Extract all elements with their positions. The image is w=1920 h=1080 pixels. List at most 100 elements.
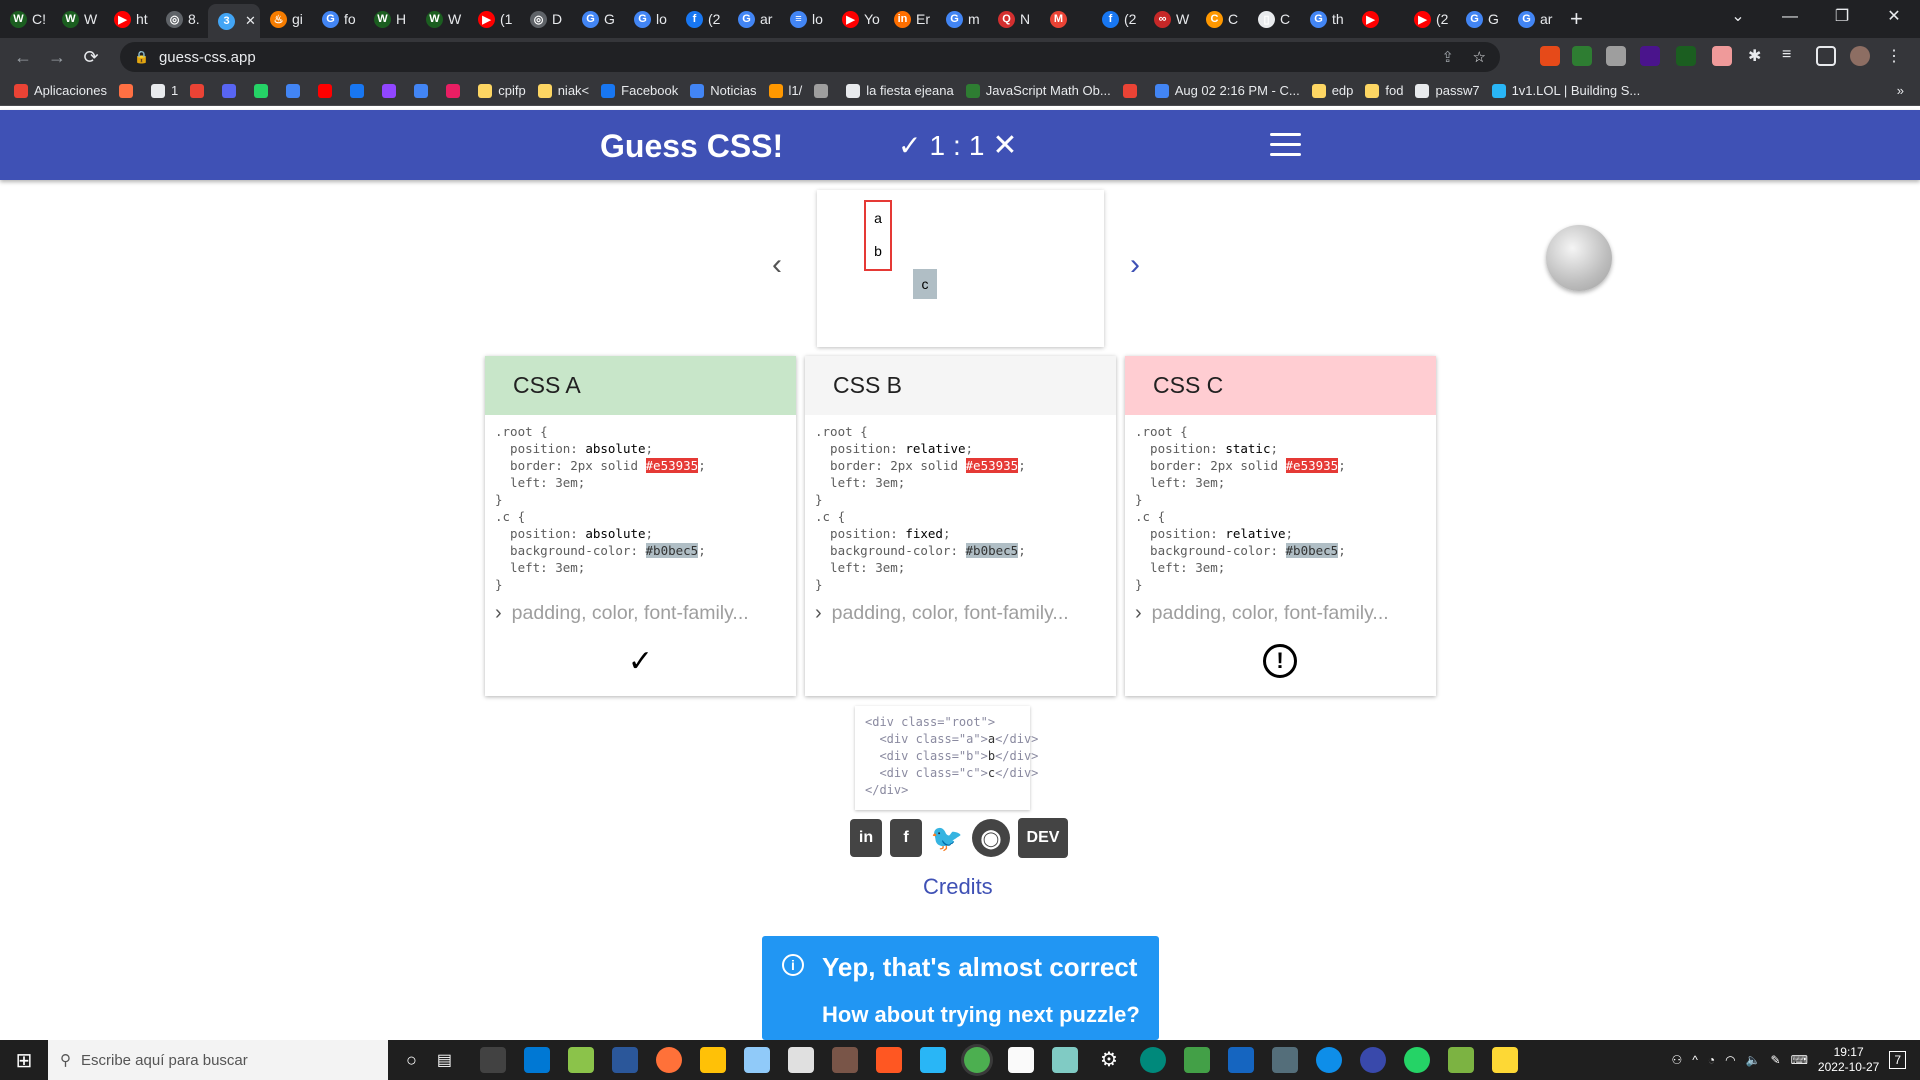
- puzzle-icon[interactable]: ✱: [1748, 46, 1768, 66]
- browser-tab[interactable]: Gfo: [312, 4, 364, 34]
- bookmark-item[interactable]: [446, 83, 466, 98]
- network-icon[interactable]: ◔: [1708, 1053, 1715, 1067]
- bookmark-item[interactable]: l1/: [768, 83, 802, 98]
- keyboard-icon[interactable]: ⌨: [1791, 1053, 1808, 1067]
- hamburger-menu-icon[interactable]: [1270, 133, 1301, 157]
- new-tab-button[interactable]: +: [1570, 6, 1583, 32]
- bookmark-item[interactable]: [1122, 83, 1143, 98]
- app-icon-10[interactable]: [876, 1047, 902, 1073]
- browser-tab[interactable]: ▶ ht: [104, 4, 156, 34]
- cortana-icon[interactable]: ○: [406, 1050, 417, 1071]
- css-option-card[interactable]: CSS B .root { position: relative; border:…: [805, 356, 1116, 696]
- taskbar-clock[interactable]: 19:17 2022-10-27: [1818, 1045, 1879, 1075]
- app-icon-16[interactable]: [1140, 1047, 1166, 1073]
- teamviewer-icon[interactable]: [1316, 1047, 1342, 1073]
- more-properties-toggle[interactable]: › padding, color, font-family...: [1135, 602, 1389, 625]
- window-close-icon[interactable]: ✕: [1868, 0, 1920, 34]
- profile-avatar[interactable]: [1850, 46, 1870, 66]
- next-puzzle-link[interactable]: How about trying next puzzle?: [822, 1002, 1140, 1028]
- reading-list-icon[interactable]: ≡: [1782, 46, 1802, 66]
- more-properties-toggle[interactable]: › padding, color, font-family...: [495, 602, 749, 625]
- kebab-menu-icon[interactable]: ⋮: [1884, 46, 1904, 66]
- dev-icon[interactable]: DEV: [1018, 818, 1068, 858]
- bookmark-item[interactable]: [119, 83, 139, 98]
- bookmark-item[interactable]: [254, 83, 274, 98]
- window-restore-icon[interactable]: ❐: [1816, 0, 1868, 34]
- bookmark-item[interactable]: [318, 83, 338, 98]
- app-icon-17[interactable]: [1184, 1047, 1210, 1073]
- bookmark-item[interactable]: Noticias: [690, 83, 757, 98]
- browser-tab[interactable]: ◎ 8.: [156, 4, 208, 34]
- browser-tab[interactable]: ▶ Yo: [832, 4, 884, 34]
- bookmark-item[interactable]: 1: [151, 83, 178, 98]
- browser-tab[interactable]: M: [1040, 4, 1092, 34]
- firefox-icon[interactable]: [656, 1047, 682, 1073]
- bookmark-item[interactable]: cpifp: [478, 83, 526, 98]
- browser-tab[interactable]: 3 ✕: [208, 4, 260, 38]
- app-icon-23[interactable]: [1448, 1047, 1474, 1073]
- css-option-card[interactable]: CSS C .root { position: static; border: 2…: [1125, 356, 1436, 696]
- browser-tab[interactable]: W C!: [0, 4, 52, 34]
- browser-tab[interactable]: WW: [52, 4, 104, 34]
- browser-tab[interactable]: ♨ gi: [260, 4, 312, 34]
- chrome-icon[interactable]: [964, 1047, 990, 1073]
- browser-tab[interactable]: ▶: [1352, 4, 1404, 34]
- browser-tab[interactable]: ▯ C: [1248, 4, 1300, 34]
- previous-puzzle-chevron-icon[interactable]: ‹: [772, 248, 782, 282]
- bookmark-item[interactable]: passw7: [1415, 83, 1480, 98]
- browser-tab[interactable]: ▶ (2: [1404, 4, 1456, 34]
- bookmark-item[interactable]: [222, 83, 242, 98]
- bookmark-item[interactable]: la fiesta ejeana: [846, 83, 954, 98]
- task-view-icon[interactable]: ▤: [437, 1050, 452, 1070]
- clock-widget-icon[interactable]: [1546, 225, 1612, 291]
- word-icon[interactable]: [612, 1047, 638, 1073]
- browser-tab[interactable]: CC: [1196, 4, 1248, 34]
- extension-icon-4[interactable]: [1640, 46, 1660, 66]
- office-extension-icon[interactable]: [1540, 46, 1560, 66]
- excel-extension-icon[interactable]: [1676, 46, 1696, 66]
- bookmark-item[interactable]: 1v1.LOL | Building S...: [1491, 83, 1640, 98]
- app-icon-7[interactable]: [744, 1047, 770, 1073]
- bookmarks-overflow-icon[interactable]: »: [1897, 83, 1904, 98]
- next-puzzle-chevron-icon[interactable]: ›: [1130, 248, 1140, 282]
- browser-tab[interactable]: GG: [1456, 4, 1508, 34]
- browser-tab[interactable]: in Er: [884, 4, 936, 34]
- taskbar-search[interactable]: ⚲ Escribe aquí para buscar: [48, 1040, 388, 1080]
- browser-tab[interactable]: ◎ D: [520, 4, 572, 34]
- people-icon[interactable]: ⚇: [1671, 1053, 1682, 1067]
- github-icon[interactable]: ◉: [972, 819, 1010, 857]
- bookmark-item[interactable]: Aug 02 2:16 PM - C...: [1154, 83, 1300, 98]
- app-icon-13[interactable]: [1008, 1047, 1034, 1073]
- tray-chevron-icon[interactable]: ^: [1692, 1053, 1698, 1067]
- app-icon-9[interactable]: [832, 1047, 858, 1073]
- notifications-icon[interactable]: 7: [1889, 1051, 1906, 1069]
- sidepanel-icon[interactable]: [1816, 46, 1836, 66]
- extension-icon-6[interactable]: [1712, 46, 1732, 66]
- browser-tab[interactable]: Gar: [1508, 4, 1560, 34]
- bookmark-item[interactable]: Aplicaciones: [14, 83, 107, 98]
- bookmark-item[interactable]: niak<: [537, 83, 589, 98]
- file-explorer-icon[interactable]: [700, 1047, 726, 1073]
- app-icon-3[interactable]: [568, 1047, 594, 1073]
- bookmark-item[interactable]: [414, 83, 434, 98]
- app-icon-14[interactable]: [1052, 1047, 1078, 1073]
- app-icon-11[interactable]: [920, 1047, 946, 1073]
- shield-extension-icon[interactable]: [1572, 46, 1592, 66]
- address-bar[interactable]: 🔒 guess-css.app ⇪ ☆: [120, 42, 1500, 72]
- bookmark-item[interactable]: [350, 83, 370, 98]
- vscode-icon[interactable]: [524, 1047, 550, 1073]
- browser-tab[interactable]: GG: [572, 4, 624, 34]
- star-icon[interactable]: ☆: [1473, 48, 1486, 66]
- more-properties-toggle[interactable]: › padding, color, font-family...: [815, 602, 1069, 625]
- back-icon[interactable]: ←: [6, 47, 40, 68]
- result-toast[interactable]: i Yep, that's almost correct How about t…: [762, 936, 1159, 1040]
- browser-tab[interactable]: Gar: [728, 4, 780, 34]
- browser-tab[interactable]: f (2: [676, 4, 728, 34]
- browser-tab[interactable]: WH: [364, 4, 416, 34]
- linkedin-icon[interactable]: in: [850, 819, 882, 857]
- window-minimize-icon[interactable]: —: [1764, 0, 1816, 34]
- bookmark-item[interactable]: fod: [1365, 83, 1403, 98]
- credits-link[interactable]: Credits: [923, 874, 993, 900]
- browser-tab[interactable]: ∞ W: [1144, 4, 1196, 34]
- reload-icon[interactable]: ⟳: [74, 47, 108, 68]
